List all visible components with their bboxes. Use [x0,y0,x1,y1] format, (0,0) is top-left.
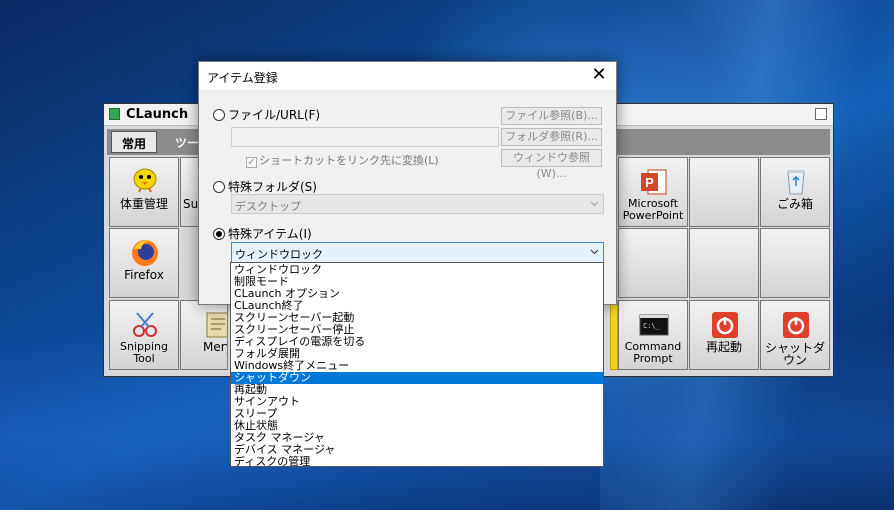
radio-special-folder-label: 特殊フォルダ(S) [228,180,317,194]
launcher-item-command-prompt[interactable]: C:\_ Command Prompt [618,300,688,370]
radio-special-item[interactable]: 特殊アイテム(I) [213,225,312,242]
close-icon[interactable]: ✕ [588,65,610,87]
folder-browse-button[interactable]: フォルダ参照(R)... [501,128,602,146]
radio-special-folder[interactable]: 特殊フォルダ(S) [213,178,317,195]
power-icon [712,312,738,338]
special-item-select[interactable]: ウィンドウロック [231,242,604,263]
radio-icon [213,109,225,121]
dialog-titlebar[interactable]: アイテム登録 ✕ [199,62,616,90]
launcher-item-mery[interactable]: Mery [180,300,228,370]
chevron-down-icon [590,247,599,256]
svg-text:P: P [645,175,654,190]
special-item-value: ウィンドウロック [235,248,323,261]
shortcut-convert-checkbox[interactable]: ✓ ショートカットをリンク先に変換(L) [246,152,439,168]
launcher-item-empty-4[interactable] [760,228,830,298]
checkbox-icon: ✓ [246,157,257,168]
scissors-icon [133,312,157,337]
launcher-label: 体重管理 [119,197,168,211]
launcher-label: ごみ箱 [776,197,813,211]
launcher-item-powerpoint[interactable]: P Microsoft PowerPoint [618,157,688,227]
maximize-button[interactable] [815,108,827,120]
radio-file-label: ファイル/URL(F) [228,108,321,122]
dropdown-option[interactable]: サインアウト [231,396,603,408]
chevron-down-icon [590,199,599,208]
launcher-item-empty-3[interactable] [689,228,759,298]
shortcut-convert-label: ショートカットをリンク先に変換(L) [259,154,439,167]
special-folder-select[interactable]: デスクトップ [231,194,604,214]
radio-icon [213,228,225,240]
special-item-dropdown-list: ウィンドウロック 制限モード CLaunch オプション CLaunch終了 ス… [230,262,604,467]
tab-common[interactable]: 常用 [111,131,158,153]
launcher-label: Microsoft PowerPoint [622,197,684,222]
launcher-item-shutdown[interactable]: シャットダウン [760,300,830,370]
file-browse-button[interactable]: ファイル参照(B)... [501,107,602,125]
svg-text:C:\_: C:\_ [643,322,661,330]
terminal-icon: C:\_ [639,314,669,336]
launcher-item-empty-2[interactable] [618,228,688,298]
dropdown-option[interactable]: スリープ [231,408,603,420]
notepad-icon [206,312,227,338]
powerpoint-icon: P [641,169,667,195]
launcher-label: Firefox [124,268,164,282]
recycle-bin-icon [787,170,805,195]
dropdown-option-highlighted[interactable]: シャットダウン [231,372,603,384]
launcher-label: シャットダウン [764,341,825,367]
claunch-app-icon [109,108,120,120]
radio-file-url[interactable]: ファイル/URL(F) [213,106,320,123]
radio-special-item-label: 特殊アイテム(I) [228,227,312,241]
launcher-item-recycle-bin[interactable]: ごみ箱 [760,157,830,227]
dropdown-option[interactable]: ディスクの管理 [231,456,603,468]
launcher-label: Snipping Tool [120,340,168,365]
launcher-item-firefox[interactable]: Firefox [109,228,179,298]
launcher-label: 再起動 [705,340,742,354]
launcher-item-weight[interactable]: 体重管理 [109,157,179,227]
file-url-input[interactable] [231,127,499,147]
window-browse-button[interactable]: ウィンドウ参照(W)... [501,149,602,180]
launcher-label: Command Prompt [624,340,682,365]
launcher-item-partial[interactable] [610,300,618,370]
power-icon [783,312,809,338]
radio-icon [213,181,225,193]
launcher-item-snipping-tool[interactable]: Snipping Tool [109,300,179,370]
launcher-label: Mery [203,340,227,354]
claunch-title: CLaunch [126,107,189,122]
launcher-item-empty-1[interactable] [689,157,759,227]
bird-icon [133,168,157,193]
firefox-icon [132,240,158,266]
dialog-title: アイテム登録 [207,71,278,85]
launcher-item-restart[interactable]: 再起動 [689,300,759,370]
special-folder-value: デスクトップ [235,200,301,213]
